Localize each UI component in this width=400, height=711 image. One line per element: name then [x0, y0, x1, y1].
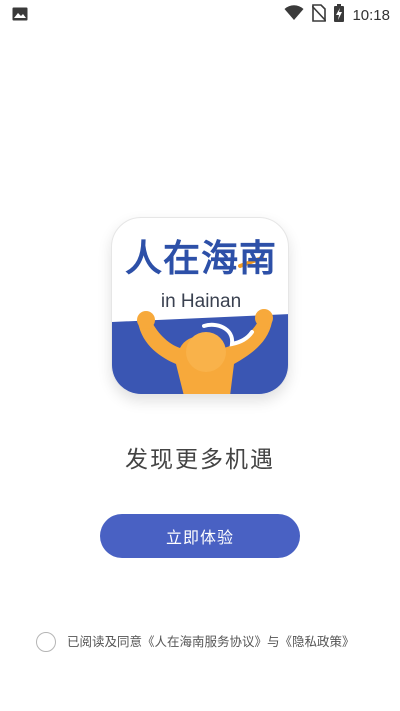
- battery-charging-icon: [334, 4, 345, 26]
- clock-time: 10:18: [352, 6, 390, 24]
- service-agreement-link[interactable]: 《人在海南服务协议》: [142, 632, 267, 652]
- agreement-prefix: 已阅读及同意: [67, 634, 143, 649]
- logo-subtitle: in Hainan: [160, 291, 242, 312]
- status-bar: 10:18: [0, 0, 400, 28]
- tagline: 发现更多机遇: [125, 447, 275, 473]
- agreement-connector: 与: [267, 634, 280, 649]
- logo-title: 人在海南: [125, 237, 277, 280]
- image-icon: [12, 6, 28, 25]
- privacy-policy-link[interactable]: 《隐私政策》: [280, 632, 355, 652]
- agreement-row: 已阅读及同意 《人在海南服务协议》 与 《隐私政策》: [36, 632, 355, 652]
- agreement-checkbox[interactable]: [36, 632, 56, 652]
- app-logo: 人在海南 in Hainan: [111, 217, 289, 395]
- try-now-button[interactable]: 立即体验: [100, 514, 300, 558]
- no-sim-icon: [311, 4, 328, 26]
- wifi-icon: [284, 5, 304, 25]
